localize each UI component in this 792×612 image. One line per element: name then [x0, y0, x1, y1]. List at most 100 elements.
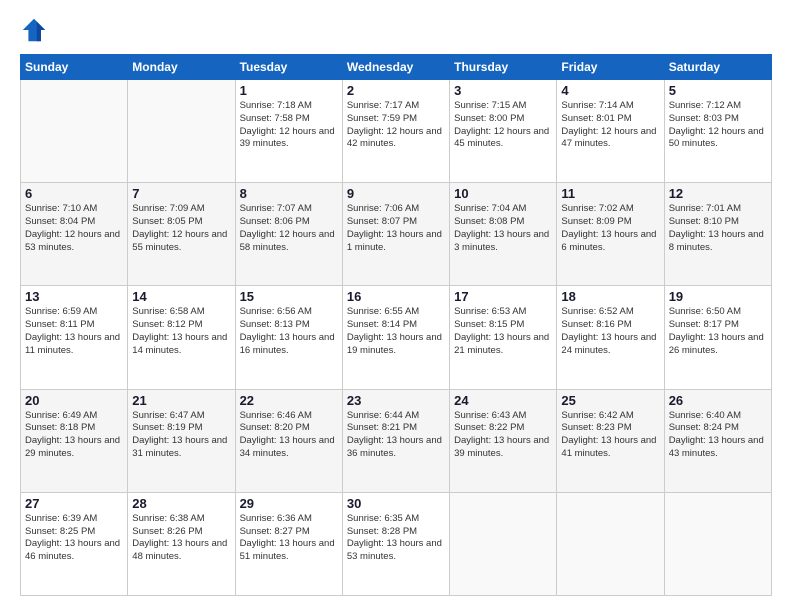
calendar-cell	[450, 492, 557, 595]
day-info: Sunrise: 6:38 AM Sunset: 8:26 PM Dayligh…	[132, 513, 230, 564]
calendar-cell: 3Sunrise: 7:15 AM Sunset: 8:00 PM Daylig…	[450, 80, 557, 183]
day-number: 11	[561, 186, 659, 201]
calendar-week-row: 1 Sunrise: 7:18 AM Sunset: 7:58 PM Daylig…	[21, 80, 772, 183]
calendar-cell: 29 Sunrise: 6:36 AM Sunset: 8:27 PM Dayli…	[235, 492, 342, 595]
day-number: 5	[669, 83, 767, 98]
calendar-cell: 9 Sunrise: 7:06 AM Sunset: 8:07 PM Daylig…	[342, 183, 449, 286]
calendar-cell: 25 Sunrise: 6:42 AM Sunset: 8:23 PM Dayli…	[557, 389, 664, 492]
logo-icon	[20, 16, 48, 44]
day-number: 6	[25, 186, 123, 201]
calendar-cell: 15 Sunrise: 6:56 AM Sunset: 8:13 PM Dayli…	[235, 286, 342, 389]
day-info: Sunrise: 7:17 AM Sunset: 7:59 PM Dayligh…	[347, 100, 445, 151]
day-number: 16	[347, 289, 445, 304]
day-number: 28	[132, 496, 230, 511]
day-info: Sunrise: 7:15 AM Sunset: 8:00 PM Dayligh…	[454, 100, 552, 151]
weekday-header-friday: Friday	[557, 55, 664, 80]
calendar-cell: 18 Sunrise: 6:52 AM Sunset: 8:16 PM Dayli…	[557, 286, 664, 389]
calendar-cell: 23 Sunrise: 6:44 AM Sunset: 8:21 PM Dayli…	[342, 389, 449, 492]
day-number: 1	[240, 83, 338, 98]
header	[20, 16, 772, 44]
calendar-cell: 24 Sunrise: 6:43 AM Sunset: 8:22 PM Dayli…	[450, 389, 557, 492]
day-info: Sunrise: 6:49 AM Sunset: 8:18 PM Dayligh…	[25, 410, 123, 461]
day-number: 18	[561, 289, 659, 304]
calendar-cell	[664, 492, 771, 595]
calendar-cell: 27Sunrise: 6:39 AM Sunset: 8:25 PM Dayli…	[21, 492, 128, 595]
weekday-header-thursday: Thursday	[450, 55, 557, 80]
day-info: Sunrise: 6:50 AM Sunset: 8:17 PM Dayligh…	[669, 306, 767, 357]
day-number: 17	[454, 289, 552, 304]
day-info: Sunrise: 7:07 AM Sunset: 8:06 PM Dayligh…	[240, 203, 338, 254]
calendar-cell: 28 Sunrise: 6:38 AM Sunset: 8:26 PM Dayli…	[128, 492, 235, 595]
calendar-cell: 13Sunrise: 6:59 AM Sunset: 8:11 PM Dayli…	[21, 286, 128, 389]
day-info: Sunrise: 7:10 AM Sunset: 8:04 PM Dayligh…	[25, 203, 123, 254]
calendar-cell	[21, 80, 128, 183]
calendar-cell: 14Sunrise: 6:58 AM Sunset: 8:12 PM Dayli…	[128, 286, 235, 389]
calendar-cell: 30 Sunrise: 6:35 AM Sunset: 8:28 PM Dayli…	[342, 492, 449, 595]
weekday-header-tuesday: Tuesday	[235, 55, 342, 80]
day-number: 27	[25, 496, 123, 511]
weekday-header-wednesday: Wednesday	[342, 55, 449, 80]
calendar-cell: 2Sunrise: 7:17 AM Sunset: 7:59 PM Daylig…	[342, 80, 449, 183]
calendar-week-row: 13Sunrise: 6:59 AM Sunset: 8:11 PM Dayli…	[21, 286, 772, 389]
calendar-cell: 11 Sunrise: 7:02 AM Sunset: 8:09 PM Dayli…	[557, 183, 664, 286]
calendar-cell: 12 Sunrise: 7:01 AM Sunset: 8:10 PM Dayli…	[664, 183, 771, 286]
day-number: 21	[132, 393, 230, 408]
day-info: Sunrise: 6:52 AM Sunset: 8:16 PM Dayligh…	[561, 306, 659, 357]
day-info: Sunrise: 6:53 AM Sunset: 8:15 PM Dayligh…	[454, 306, 552, 357]
day-info: Sunrise: 6:35 AM Sunset: 8:28 PM Dayligh…	[347, 513, 445, 564]
calendar-week-row: 6 Sunrise: 7:10 AM Sunset: 8:04 PM Daylig…	[21, 183, 772, 286]
day-info: Sunrise: 6:43 AM Sunset: 8:22 PM Dayligh…	[454, 410, 552, 461]
day-info: Sunrise: 7:18 AM Sunset: 7:58 PM Dayligh…	[240, 100, 338, 151]
day-number: 9	[347, 186, 445, 201]
day-number: 14	[132, 289, 230, 304]
day-info: Sunrise: 7:09 AM Sunset: 8:05 PM Dayligh…	[132, 203, 230, 254]
day-number: 25	[561, 393, 659, 408]
day-info: Sunrise: 6:44 AM Sunset: 8:21 PM Dayligh…	[347, 410, 445, 461]
calendar-cell: 20 Sunrise: 6:49 AM Sunset: 8:18 PM Dayli…	[21, 389, 128, 492]
day-info: Sunrise: 6:56 AM Sunset: 8:13 PM Dayligh…	[240, 306, 338, 357]
calendar-cell: 7 Sunrise: 7:09 AM Sunset: 8:05 PM Daylig…	[128, 183, 235, 286]
calendar-cell: 21 Sunrise: 6:47 AM Sunset: 8:19 PM Dayli…	[128, 389, 235, 492]
weekday-header-sunday: Sunday	[21, 55, 128, 80]
calendar-cell: 10 Sunrise: 7:04 AM Sunset: 8:08 PM Dayli…	[450, 183, 557, 286]
calendar-cell: 26 Sunrise: 6:40 AM Sunset: 8:24 PM Dayli…	[664, 389, 771, 492]
calendar-week-row: 20 Sunrise: 6:49 AM Sunset: 8:18 PM Dayli…	[21, 389, 772, 492]
day-info: Sunrise: 6:46 AM Sunset: 8:20 PM Dayligh…	[240, 410, 338, 461]
day-number: 24	[454, 393, 552, 408]
day-info: Sunrise: 6:59 AM Sunset: 8:11 PM Dayligh…	[25, 306, 123, 357]
day-info: Sunrise: 7:01 AM Sunset: 8:10 PM Dayligh…	[669, 203, 767, 254]
calendar-cell: 19Sunrise: 6:50 AM Sunset: 8:17 PM Dayli…	[664, 286, 771, 389]
day-number: 7	[132, 186, 230, 201]
page: SundayMondayTuesdayWednesdayThursdayFrid…	[0, 0, 792, 612]
day-info: Sunrise: 7:14 AM Sunset: 8:01 PM Dayligh…	[561, 100, 659, 151]
day-info: Sunrise: 7:06 AM Sunset: 8:07 PM Dayligh…	[347, 203, 445, 254]
calendar-cell: 6 Sunrise: 7:10 AM Sunset: 8:04 PM Daylig…	[21, 183, 128, 286]
calendar-cell: 5 Sunrise: 7:12 AM Sunset: 8:03 PM Daylig…	[664, 80, 771, 183]
day-info: Sunrise: 6:42 AM Sunset: 8:23 PM Dayligh…	[561, 410, 659, 461]
day-info: Sunrise: 7:04 AM Sunset: 8:08 PM Dayligh…	[454, 203, 552, 254]
day-info: Sunrise: 6:40 AM Sunset: 8:24 PM Dayligh…	[669, 410, 767, 461]
day-info: Sunrise: 7:12 AM Sunset: 8:03 PM Dayligh…	[669, 100, 767, 151]
day-number: 10	[454, 186, 552, 201]
day-number: 4	[561, 83, 659, 98]
calendar-cell: 22 Sunrise: 6:46 AM Sunset: 8:20 PM Dayli…	[235, 389, 342, 492]
logo	[20, 16, 52, 44]
day-info: Sunrise: 6:36 AM Sunset: 8:27 PM Dayligh…	[240, 513, 338, 564]
day-info: Sunrise: 6:47 AM Sunset: 8:19 PM Dayligh…	[132, 410, 230, 461]
day-number: 20	[25, 393, 123, 408]
calendar-cell: 1 Sunrise: 7:18 AM Sunset: 7:58 PM Daylig…	[235, 80, 342, 183]
day-number: 22	[240, 393, 338, 408]
day-number: 23	[347, 393, 445, 408]
day-number: 30	[347, 496, 445, 511]
day-info: Sunrise: 7:02 AM Sunset: 8:09 PM Dayligh…	[561, 203, 659, 254]
calendar-cell: 16Sunrise: 6:55 AM Sunset: 8:14 PM Dayli…	[342, 286, 449, 389]
day-number: 15	[240, 289, 338, 304]
day-number: 8	[240, 186, 338, 201]
day-number: 29	[240, 496, 338, 511]
day-number: 12	[669, 186, 767, 201]
weekday-header-row: SundayMondayTuesdayWednesdayThursdayFrid…	[21, 55, 772, 80]
calendar-cell: 8 Sunrise: 7:07 AM Sunset: 8:06 PM Daylig…	[235, 183, 342, 286]
day-number: 26	[669, 393, 767, 408]
calendar-cell: 4 Sunrise: 7:14 AM Sunset: 8:01 PM Daylig…	[557, 80, 664, 183]
weekday-header-monday: Monday	[128, 55, 235, 80]
